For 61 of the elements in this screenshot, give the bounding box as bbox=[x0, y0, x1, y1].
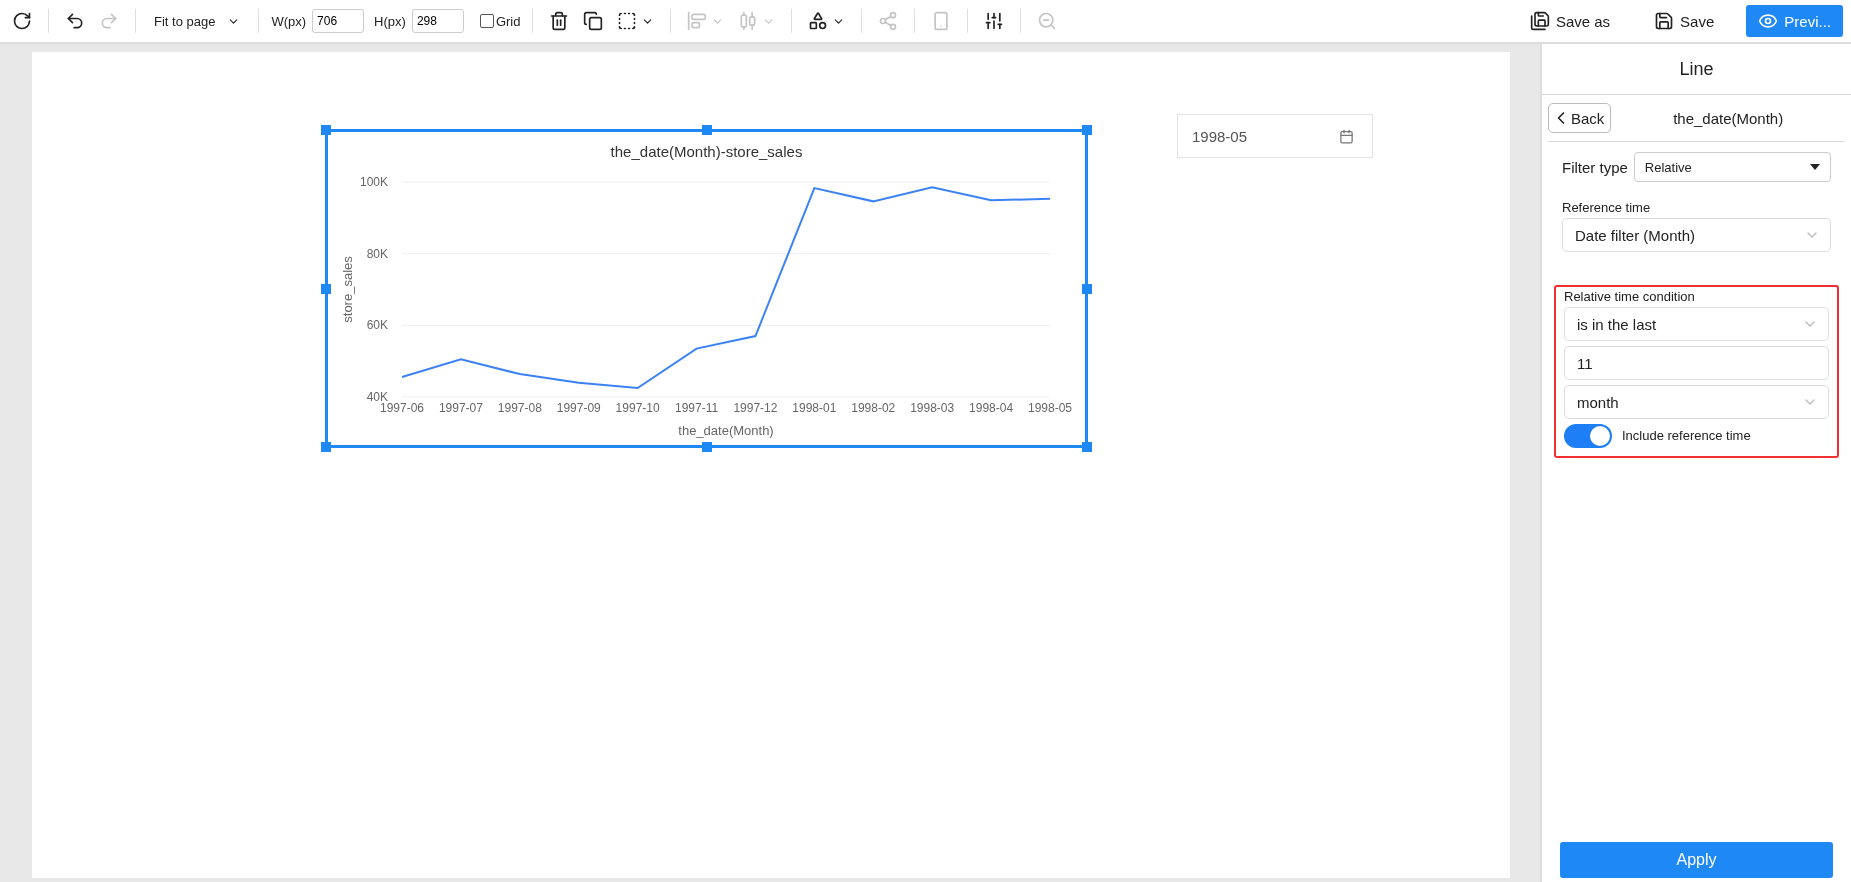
caret-icon bbox=[1810, 164, 1820, 170]
x-tick-label: 1998-02 bbox=[851, 401, 896, 415]
amount-field[interactable]: 11 bbox=[1564, 346, 1829, 380]
eye-icon bbox=[1758, 11, 1779, 31]
x-tick-label: 1997-08 bbox=[497, 401, 542, 415]
resize-handle[interactable] bbox=[321, 283, 331, 294]
panel-title: Line bbox=[1542, 44, 1851, 95]
save-button[interactable]: Save as bbox=[1517, 5, 1623, 37]
grid-label: Grid bbox=[495, 13, 521, 29]
zoom-select[interactable]: Fit to page bbox=[148, 9, 247, 33]
shapes-icon bbox=[808, 11, 829, 31]
filter-type-label: Filter type bbox=[1562, 158, 1628, 176]
save-icon bbox=[1654, 11, 1675, 31]
x-tick-label: 1998-04 bbox=[969, 401, 1014, 415]
operator-select[interactable]: is in the last bbox=[1564, 307, 1829, 341]
filter-type-select[interactable]: Relative bbox=[1633, 152, 1831, 182]
preview-button[interactable]: Previ... bbox=[1746, 5, 1843, 37]
include-toggle[interactable] bbox=[1564, 424, 1612, 448]
include-label: Include reference time bbox=[1622, 428, 1751, 443]
resize-handle[interactable] bbox=[321, 442, 331, 452]
unit-select[interactable]: month bbox=[1564, 385, 1829, 419]
x-tick-label: 1998-03 bbox=[910, 401, 955, 415]
height-label: H(px) bbox=[374, 13, 406, 29]
x-tick-label: 1997-10 bbox=[615, 401, 660, 415]
resize-handle[interactable] bbox=[1082, 125, 1092, 135]
field-title: the_date(Month) bbox=[1672, 109, 1785, 127]
reference-time-label: Reference time bbox=[1562, 200, 1652, 215]
align-left-icon bbox=[687, 11, 708, 31]
y-axis-title: store_sales bbox=[340, 256, 355, 323]
resize-handle[interactable] bbox=[1082, 283, 1092, 294]
resize-handle[interactable] bbox=[701, 125, 712, 135]
dashed-square-icon bbox=[617, 11, 638, 31]
y-tick-label: 100K bbox=[359, 175, 388, 189]
x-tick-label: 1997-12 bbox=[733, 401, 778, 415]
distribute-icon bbox=[738, 11, 759, 31]
condition-label: Relative time condition bbox=[1564, 289, 1696, 304]
reference-time-select[interactable]: Date filter (Month) bbox=[1562, 218, 1831, 252]
grid-checkbox[interactable] bbox=[479, 14, 494, 28]
date-picker[interactable]: 1998-05 bbox=[1177, 114, 1373, 158]
resize-handle[interactable] bbox=[1082, 442, 1092, 452]
calendar-icon bbox=[1339, 128, 1354, 144]
chart-title: the_date(Month)-store_sales bbox=[610, 143, 803, 160]
apply-button[interactable]: Apply bbox=[1560, 842, 1833, 878]
width-label: W(px) bbox=[271, 13, 307, 29]
resize-handle[interactable] bbox=[321, 125, 331, 135]
back-button[interactable]: Back bbox=[1548, 103, 1612, 133]
x-tick-label: 1997-11 bbox=[674, 401, 719, 415]
x-tick-label: 1998-01 bbox=[792, 401, 837, 415]
save-button[interactable]: Save bbox=[1642, 5, 1727, 37]
x-tick-label: 1997-06 bbox=[380, 401, 424, 415]
resize-handle[interactable] bbox=[701, 442, 712, 452]
height-field[interactable]: 298 bbox=[411, 9, 464, 33]
x-axis-title: the_date(Month) bbox=[678, 423, 774, 438]
width-field[interactable]: 706 bbox=[312, 9, 365, 33]
x-tick-label: 1998-05 bbox=[1028, 401, 1072, 415]
x-tick-label: 1997-07 bbox=[438, 401, 483, 415]
y-tick-label: 40K bbox=[366, 390, 388, 404]
y-tick-label: 80K bbox=[366, 246, 388, 261]
x-tick-label: 1997-09 bbox=[556, 401, 601, 415]
y-tick-label: 60K bbox=[366, 318, 388, 333]
save-icon bbox=[1529, 11, 1550, 31]
